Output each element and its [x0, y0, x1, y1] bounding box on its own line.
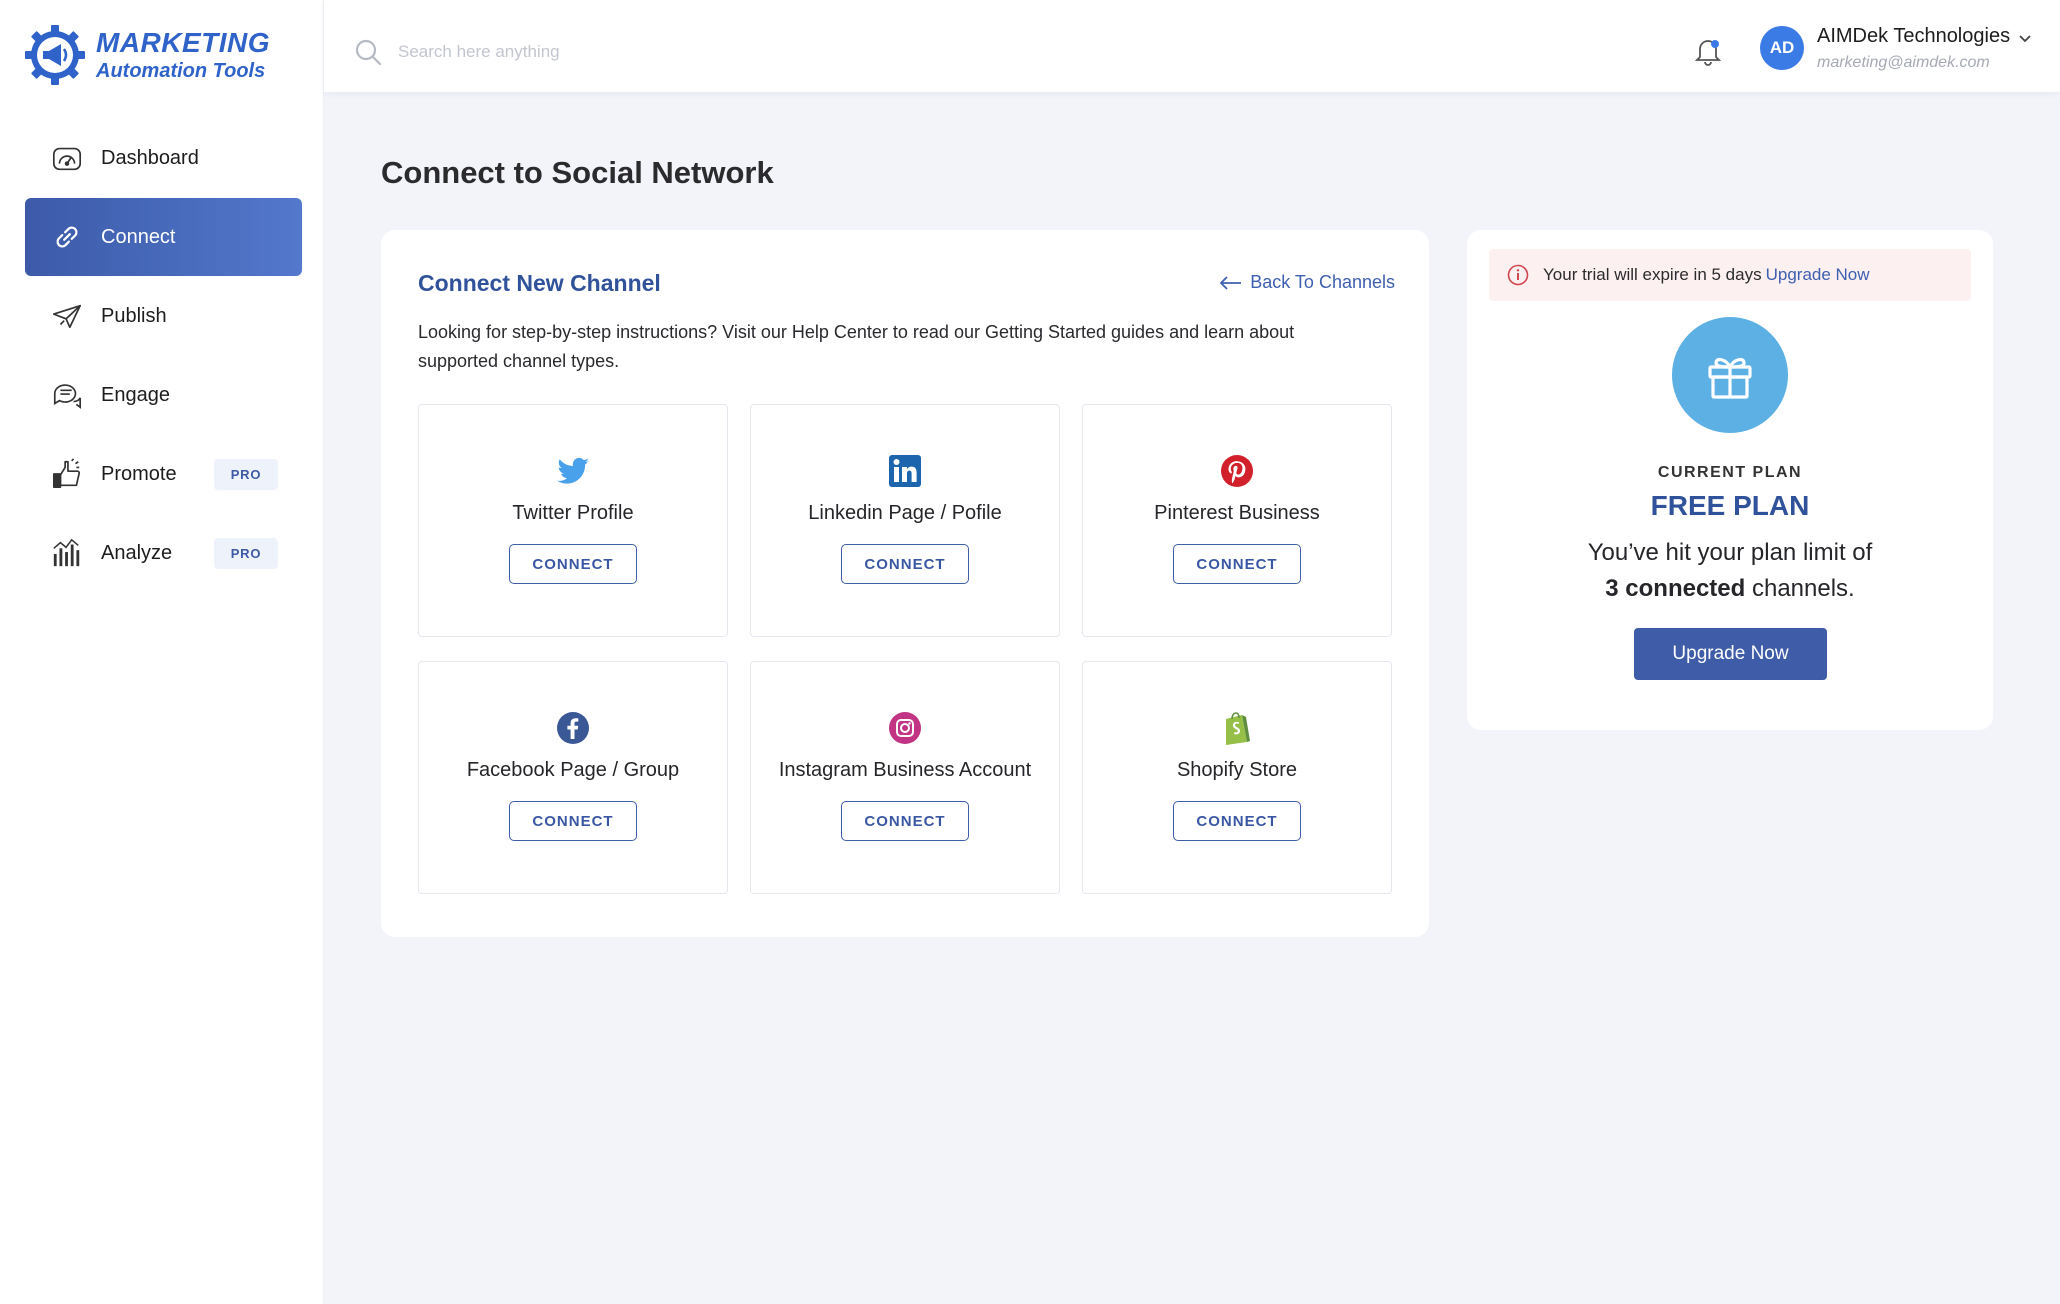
- channel-tile-pinterest: Pinterest Business CONNECT: [1082, 404, 1392, 637]
- page-title: Connect to Social Network: [381, 155, 774, 190]
- trial-upgrade-link[interactable]: Upgrade Now: [1766, 265, 1870, 285]
- plan-card: Your trial will expire in 5 days Upgrade…: [1467, 230, 1993, 730]
- bar-chart-icon: [50, 536, 84, 570]
- connect-button[interactable]: CONNECT: [1173, 801, 1301, 841]
- arrow-left-icon: [1220, 275, 1242, 290]
- plan-message-tail: channels.: [1745, 575, 1855, 602]
- gift-icon: [1708, 357, 1752, 399]
- sidebar-item-label: Promote: [101, 462, 177, 485]
- plan-message-bold: 3 connected: [1605, 575, 1746, 602]
- channel-tile-facebook: Facebook Page / Group CONNECT: [418, 661, 728, 894]
- sidebar-nav: Dashboard Connect Publish Engage Promote: [25, 119, 302, 593]
- plan-message-line1: You’ve hit your plan limit of: [1587, 539, 1873, 566]
- user-name[interactable]: AIMDek Technologies: [1817, 25, 2010, 48]
- sidebar-item-analyze[interactable]: Analyze PRO: [25, 514, 302, 592]
- search-input[interactable]: [398, 36, 898, 68]
- plan-limit-message: You’ve hit your plan limit of 3 connecte…: [1467, 535, 1993, 607]
- channel-tile-instagram: Instagram Business Account CONNECT: [750, 661, 1060, 894]
- top-header: AD AIMDek Technologies marketing@aimdek.…: [324, 0, 2060, 92]
- upgrade-now-button[interactable]: Upgrade Now: [1634, 628, 1827, 680]
- avatar[interactable]: AD: [1760, 26, 1804, 70]
- card-description: Looking for step-by-step instructions? V…: [418, 322, 1295, 371]
- plan-name: FREE PLAN: [1650, 490, 1810, 521]
- sidebar-item-label: Publish: [101, 304, 167, 327]
- connect-button[interactable]: CONNECT: [1173, 544, 1301, 584]
- channel-label: Shopify Store: [1176, 759, 1298, 781]
- brand-logo[interactable]: MARKETING Automation Tools: [24, 24, 270, 86]
- dashboard-icon: [50, 141, 84, 175]
- pro-badge: PRO: [214, 459, 278, 490]
- sidebar-item-dashboard[interactable]: Dashboard: [25, 119, 302, 197]
- current-plan-caption: CURRENT PLAN: [1657, 464, 1803, 481]
- pinterest-icon: [1221, 455, 1253, 487]
- brand-title: MARKETING: [96, 27, 271, 58]
- sidebar-item-label: Engage: [101, 383, 170, 406]
- channel-tile-shopify: Shopify Store CONNECT: [1082, 661, 1392, 894]
- twitter-icon: [557, 457, 589, 484]
- connect-channel-card: Connect New Channel Back To Channels Loo…: [381, 230, 1429, 937]
- megaphone-gear-icon: [25, 25, 85, 85]
- channel-label: Pinterest Business: [1154, 502, 1320, 524]
- sidebar-item-label: Analyze: [101, 541, 173, 564]
- sidebar-item-publish[interactable]: Publish: [25, 277, 302, 355]
- trial-expiry-banner: Your trial will expire in 5 days Upgrade…: [1489, 249, 1971, 301]
- channel-label: Facebook Page / Group: [466, 759, 680, 781]
- pro-badge: PRO: [214, 538, 278, 569]
- info-icon: [1507, 264, 1529, 286]
- channel-label: Twitter Profile: [512, 502, 634, 524]
- user-email: marketing@aimdek.com: [1817, 54, 1990, 71]
- notification-bell-icon[interactable]: [1694, 36, 1722, 66]
- linkedin-icon: [889, 455, 921, 487]
- channel-tile-twitter: Twitter Profile CONNECT: [418, 404, 728, 637]
- trial-text: Your trial will expire in 5 days: [1543, 265, 1762, 284]
- sidebar-item-label: Connect: [101, 225, 176, 248]
- search-icon[interactable]: [354, 38, 382, 66]
- sidebar-item-label: Dashboard: [101, 146, 199, 169]
- channel-grid: Twitter Profile CONNECT Linkedin Page / …: [418, 404, 1392, 894]
- sidebar-item-engage[interactable]: Engage: [25, 356, 302, 434]
- card-title: Connect New Channel: [418, 270, 661, 296]
- sidebar-item-connect[interactable]: Connect: [25, 198, 302, 276]
- sidebar-item-promote[interactable]: Promote PRO: [25, 435, 302, 513]
- connect-button[interactable]: CONNECT: [841, 801, 969, 841]
- connect-button[interactable]: CONNECT: [841, 544, 969, 584]
- brand-subtitle: Automation Tools: [96, 60, 266, 82]
- connect-button[interactable]: CONNECT: [509, 544, 637, 584]
- paper-plane-icon: [50, 299, 84, 333]
- chevron-down-icon[interactable]: [2018, 34, 2032, 44]
- channel-tile-linkedin: Linkedin Page / Pofile CONNECT: [750, 404, 1060, 637]
- chat-bubbles-icon: [50, 378, 84, 412]
- connect-button[interactable]: CONNECT: [509, 801, 637, 841]
- thumbs-up-icon: [50, 457, 84, 491]
- facebook-icon: [557, 712, 589, 744]
- shopify-icon: [1226, 712, 1250, 745]
- link-icon: [50, 220, 84, 254]
- channel-label: Linkedin Page / Pofile: [808, 502, 1002, 524]
- gift-badge: [1672, 317, 1788, 433]
- back-link-label: Back To Channels: [1250, 272, 1395, 292]
- channel-label: Instagram Business Account: [778, 759, 1032, 781]
- sidebar: MARKETING Automation Tools Dashboard Con…: [0, 0, 324, 1304]
- back-to-channels-link[interactable]: Back To Channels: [1220, 272, 1395, 293]
- instagram-icon: [889, 712, 921, 744]
